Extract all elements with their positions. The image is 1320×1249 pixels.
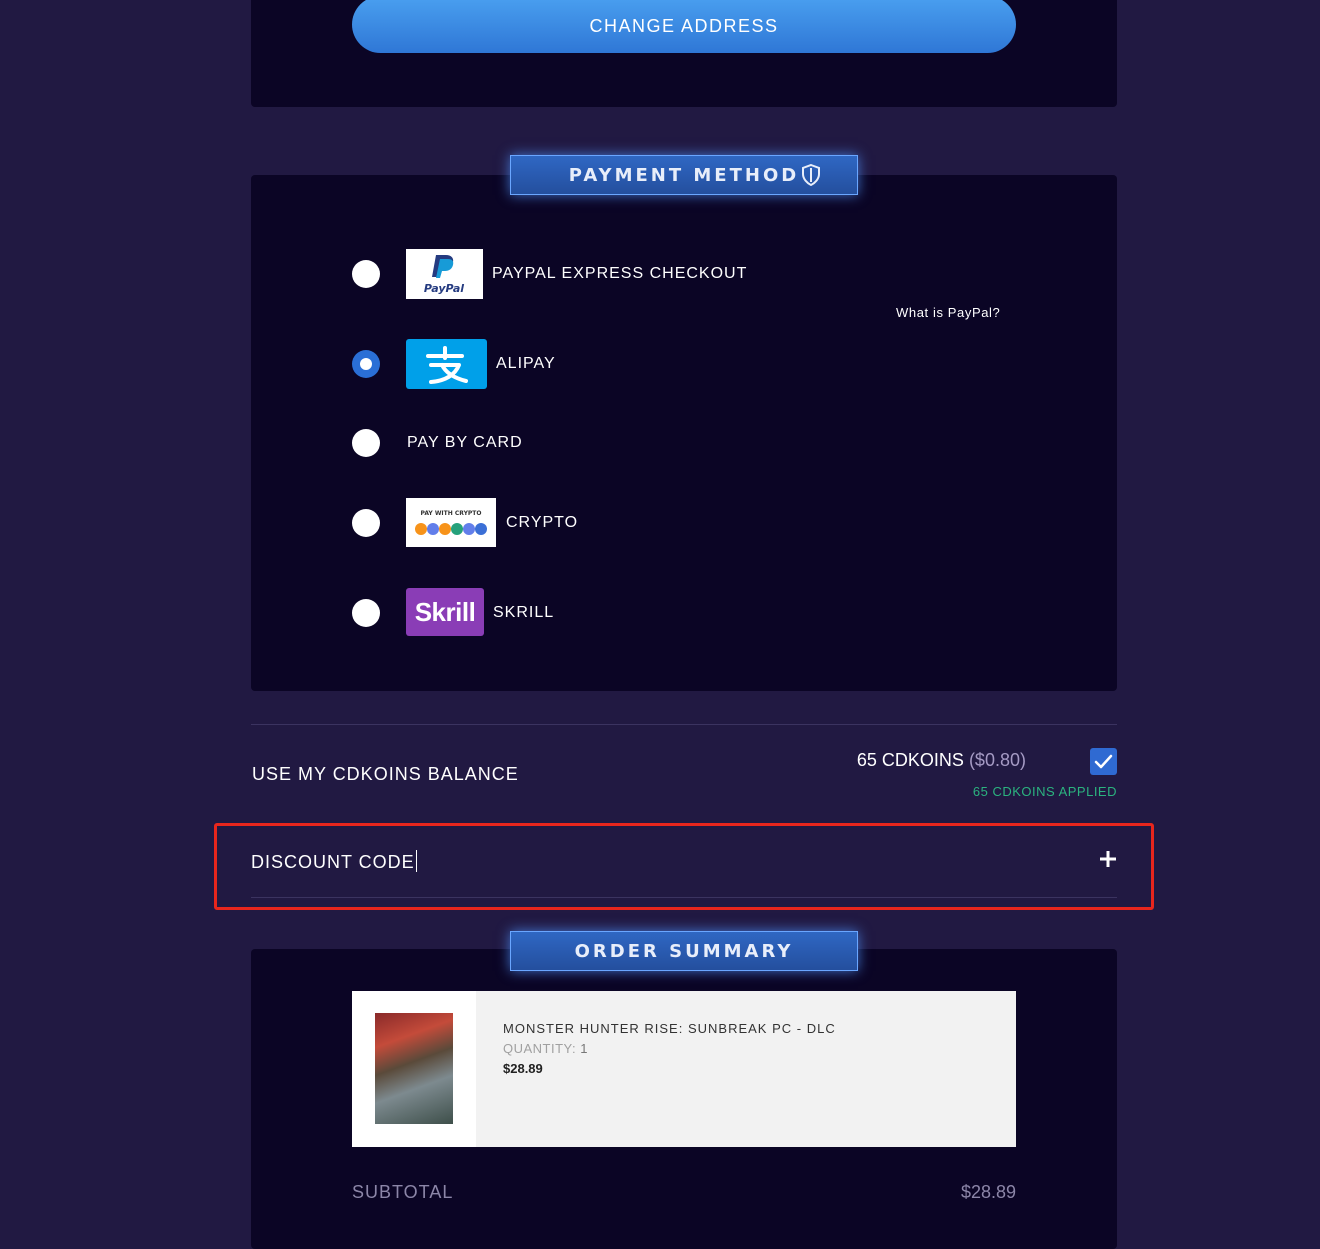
item-quantity: QUANTITY: 1: [503, 1041, 588, 1056]
crypto-logo: PAY WITH CRYPTO: [406, 498, 496, 547]
alipay-label: ALIPAY: [496, 355, 556, 372]
paypal-radio[interactable]: [352, 260, 380, 288]
order-item-card: MONSTER HUNTER RISE: SUNBREAK PC - DLC Q…: [352, 991, 1016, 1147]
change-address-button[interactable]: CHANGE ADDRESS: [352, 0, 1016, 53]
alipay-radio[interactable]: [352, 350, 380, 378]
skrill-radio[interactable]: [352, 599, 380, 627]
crypto-label: CRYPTO: [506, 514, 579, 531]
item-quantity-label: QUANTITY:: [503, 1041, 577, 1056]
crypto-logo-text: PAY WITH CRYPTO: [420, 510, 481, 517]
payment-panel: [251, 175, 1117, 691]
paypal-label: PAYPAL EXPRESS CHECKOUT: [492, 265, 748, 282]
item-name[interactable]: MONSTER HUNTER RISE: SUNBREAK PC - DLC: [503, 1021, 836, 1036]
item-quantity-value: 1: [580, 1041, 588, 1056]
order-summary-title: ORDER SUMMARY: [574, 940, 794, 962]
crypto-radio[interactable]: [352, 509, 380, 537]
shield-icon: [802, 164, 820, 186]
item-thumbnail-frame: [352, 991, 476, 1147]
cdkoins-checkbox[interactable]: [1090, 748, 1117, 775]
cdkoins-amount-value: 65 CDKOINS: [856, 750, 964, 770]
cdkoins-balance-label: USE MY CDKOINS BALANCE: [252, 764, 519, 784]
payment-method-title: PAYMENT METHOD: [568, 164, 800, 186]
what-is-paypal-link[interactable]: What is PayPal?: [896, 305, 1000, 320]
checkmark-icon: [1094, 754, 1113, 769]
item-price: $28.89: [503, 1061, 543, 1076]
order-summary-header: ORDER SUMMARY: [510, 931, 858, 971]
pay-by-card-label: PAY BY CARD: [407, 434, 523, 451]
cdkoins-applied-text: 65 CDKOINS APPLIED: [972, 784, 1117, 799]
subtotal-label: SUBTOTAL: [352, 1182, 454, 1202]
paypal-logo: PayPal: [406, 249, 483, 299]
payment-method-header: PAYMENT METHOD: [510, 155, 858, 195]
paypal-logo-text: PayPal: [424, 282, 464, 295]
alipay-logo: [406, 339, 487, 389]
divider: [251, 724, 1117, 725]
skrill-label: SKRILL: [493, 604, 555, 621]
skrill-logo: Skrill: [406, 588, 484, 636]
cdkoins-usd-value: ($0.80): [968, 750, 1026, 770]
highlight-box: [214, 823, 1154, 910]
pay-by-card-radio[interactable]: [352, 429, 380, 457]
cdkoins-amount: 65 CDKOINS ($0.80): [857, 750, 1071, 771]
item-thumbnail[interactable]: [375, 1013, 453, 1124]
subtotal-value: $28.89: [960, 1182, 1016, 1202]
